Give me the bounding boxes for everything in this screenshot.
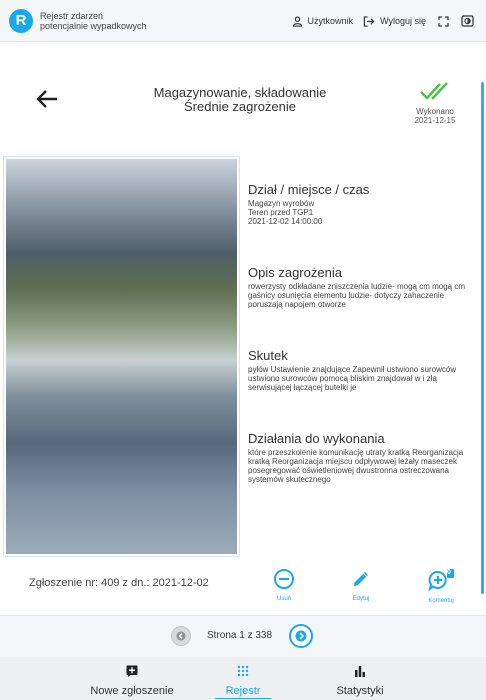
bottom-navigation: Nowe zgłoszenie Rejestr Statystyki bbox=[0, 657, 486, 700]
arrow-left-icon bbox=[36, 90, 57, 108]
logout-button[interactable]: Wyloguj się bbox=[363, 15, 426, 27]
nav-statistics[interactable]: Statystyki bbox=[324, 664, 396, 697]
comment-add-icon bbox=[428, 569, 454, 592]
page-indicator: Strona 1 z 338 bbox=[207, 630, 273, 641]
user-icon bbox=[292, 16, 302, 27]
edit-label: Edytuj bbox=[352, 596, 370, 602]
top-actions: Użytkownik Wyloguj się bbox=[292, 0, 474, 42]
comment-count-badge: 0 bbox=[447, 569, 451, 576]
location-section: Dział / miejsce / czas Magazyn wyrobów T… bbox=[248, 182, 473, 226]
back-button[interactable] bbox=[34, 86, 60, 112]
incident-title: Magazynowanie, składowanie Średnie zagro… bbox=[120, 86, 360, 114]
grid-icon bbox=[237, 665, 249, 677]
prev-page-button[interactable] bbox=[171, 626, 191, 646]
effect-section: Skutek pyłów Ustawienie znajdujące Zapew… bbox=[248, 348, 473, 392]
location-title: Dział / miejsce / czas bbox=[248, 182, 370, 197]
incident-photo[interactable] bbox=[6, 159, 237, 554]
double-check-icon bbox=[420, 82, 448, 100]
delete-button[interactable]: Usuń bbox=[264, 568, 304, 602]
status-date: 2021-12-15 bbox=[414, 116, 456, 125]
effect-title: Skutek bbox=[248, 348, 288, 363]
nav-register-label: Rejestr bbox=[215, 685, 271, 699]
report-number: Zgłoszenie nr: 409 z dn.: 2021-12-02 bbox=[29, 577, 209, 589]
incident-category: Magazynowanie, składowanie bbox=[153, 85, 327, 100]
status-indicator: Wykonano 2021-12-15 bbox=[400, 80, 470, 125]
nav-stats-label: Statystyki bbox=[336, 685, 384, 697]
logo-letter: R bbox=[15, 12, 27, 29]
add-report-icon bbox=[126, 665, 138, 677]
theme-toggle-button[interactable] bbox=[460, 14, 474, 28]
incident-photo-frame bbox=[3, 156, 240, 557]
app-title: Rejestr zdarzeń potencjalnie wypadkowych bbox=[40, 11, 147, 31]
chevron-right-icon bbox=[295, 630, 307, 642]
fullscreen-icon bbox=[437, 15, 449, 27]
pencil-icon bbox=[354, 572, 368, 586]
hazard-title: Opis zagrożenia bbox=[248, 265, 342, 280]
next-page-button[interactable] bbox=[289, 624, 313, 648]
hazard-text: rowerzysty odkładane zniszczenia ludzie-… bbox=[248, 282, 465, 309]
actions-text: które przeszkolenie komunikację utraty k… bbox=[248, 448, 464, 484]
user-label: Użytkownik bbox=[307, 16, 354, 26]
user-button[interactable]: Użytkownik bbox=[292, 16, 354, 27]
incident-details: Dział / miejsce / czas Magazyn wyrobów T… bbox=[248, 182, 473, 484]
scrollbar[interactable] bbox=[481, 82, 484, 594]
status-label: Wykonano bbox=[416, 107, 454, 116]
hazard-section: Opis zagrożenia rowerzysty odkładane zni… bbox=[248, 265, 473, 309]
incident-severity: Średnie zagrożenie bbox=[183, 99, 297, 114]
location-time: 2021-12-02 14:00:00 bbox=[248, 217, 323, 226]
nav-register[interactable]: Rejestr bbox=[215, 664, 271, 699]
edit-button[interactable]: Edytuj bbox=[341, 568, 381, 602]
nav-new-label: Nowe zgłoszenie bbox=[90, 685, 174, 697]
pagination: Strona 1 z 338 bbox=[0, 615, 486, 657]
location-place: Teren przed TGP1 bbox=[248, 208, 314, 217]
minus-circle-icon bbox=[274, 569, 294, 589]
nav-new-report[interactable]: Nowe zgłoszenie bbox=[82, 664, 182, 697]
app-logo[interactable]: R bbox=[9, 8, 33, 33]
logout-icon bbox=[363, 15, 375, 27]
app-title-line2: potencjalnie wypadkowych bbox=[40, 20, 147, 31]
top-bar: R Rejestr zdarzeń potencjalnie wypadkowy… bbox=[0, 0, 486, 42]
comment-button[interactable]: 0 Komentuj bbox=[421, 568, 461, 604]
location-department: Magazyn wyrobów bbox=[248, 199, 315, 208]
comment-label: Komentuj bbox=[428, 598, 454, 604]
actions-title: Działania do wykonania bbox=[248, 431, 385, 446]
app-title-line1: Rejestr zdarzeń bbox=[40, 10, 104, 21]
bar-chart-icon bbox=[355, 666, 365, 677]
fullscreen-button[interactable] bbox=[436, 14, 450, 28]
effect-text: pyłów Ustawienie znajdujące Zapewnił ust… bbox=[248, 365, 457, 392]
chevron-left-icon bbox=[176, 631, 186, 641]
delete-label: Usuń bbox=[276, 596, 291, 602]
logout-label: Wyloguj się bbox=[380, 16, 426, 26]
actions-section: Działania do wykonania które przeszkolen… bbox=[248, 431, 473, 484]
theme-toggle-icon bbox=[460, 15, 474, 27]
